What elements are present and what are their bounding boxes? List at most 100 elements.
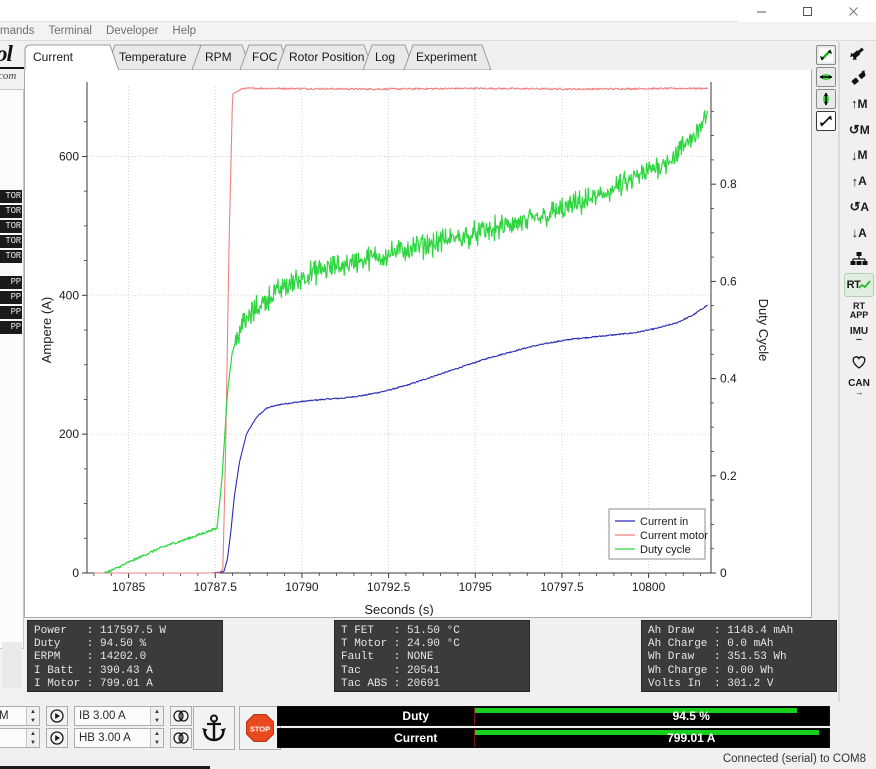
autoscale-icon[interactable] bbox=[816, 111, 836, 131]
telemetry-panel-temps: T FET : 51.50 °C T Motor : 24.90 °C Faul… bbox=[334, 620, 530, 692]
svg-text:0: 0 bbox=[720, 566, 727, 580]
sidebar-chip[interactable]: TOR bbox=[0, 205, 22, 218]
tab-rotor-position[interactable]: Rotor Position bbox=[289, 50, 364, 64]
window-controls bbox=[738, 0, 876, 22]
tab-experiment[interactable]: Experiment bbox=[416, 50, 477, 64]
hb-loop-button[interactable] bbox=[170, 728, 192, 748]
zoom-horizontal-icon[interactable] bbox=[816, 67, 836, 87]
svg-text:Current motor: Current motor bbox=[640, 530, 708, 542]
close-icon[interactable] bbox=[830, 0, 876, 22]
can-icon[interactable]: CAN → bbox=[844, 376, 874, 400]
duty-gauge: Duty 94.5 % bbox=[277, 706, 830, 726]
anchor-button[interactable] bbox=[193, 706, 235, 750]
svg-text:10795: 10795 bbox=[459, 580, 493, 594]
svg-text:Duty cycle: Duty cycle bbox=[640, 544, 691, 556]
title-bar bbox=[0, 0, 876, 22]
right-toolbar: ↑M ↺M ↓M ↑A ↺A ↓A RT RTAPP IMU∽ bbox=[842, 40, 876, 400]
ib-current-input[interactable]: IB 3.00 A ▲ ▼ bbox=[74, 706, 164, 726]
tab-temperature[interactable]: Temperature bbox=[119, 50, 186, 64]
chart-panel: 0 200 400 600 0 0.2 0.4 0.6 0.8 10785 10787.5 10790… bbox=[24, 70, 812, 618]
hb-play-button[interactable] bbox=[46, 728, 68, 748]
current-gauge-value: 799.01 A bbox=[667, 731, 716, 745]
svg-text:10785: 10785 bbox=[112, 580, 146, 594]
menu-item-terminal[interactable]: Terminal bbox=[42, 25, 99, 37]
menu-item-commands[interactable]: mands bbox=[0, 25, 42, 37]
can-scan-icon[interactable] bbox=[844, 247, 874, 271]
sidebar-chip[interactable]: TOR bbox=[0, 220, 22, 233]
rpm-play-button[interactable] bbox=[46, 706, 68, 726]
sidebar-chip[interactable]: PP bbox=[0, 306, 22, 319]
svg-text:0.2: 0.2 bbox=[720, 469, 737, 483]
hb-current-arrows[interactable]: ▲ ▼ bbox=[150, 729, 163, 747]
app-default-icon[interactable]: ↓ A bbox=[844, 221, 874, 245]
connect-icon[interactable] bbox=[844, 40, 874, 64]
tab-current[interactable]: Current bbox=[33, 50, 73, 64]
sidebar-chip[interactable]: TOR bbox=[0, 235, 22, 248]
svg-text:10787.5: 10787.5 bbox=[194, 580, 238, 594]
health-icon[interactable] bbox=[844, 350, 874, 374]
app-read-icon[interactable]: ↺ A bbox=[844, 195, 874, 219]
svg-text:10800: 10800 bbox=[632, 580, 666, 594]
left-sidebar: ol com TOR TOR TOR TOR TOR PP PP PP PP bbox=[0, 41, 24, 700]
tab-bar: Current Temperature RPM FOC Rotor Positi… bbox=[24, 44, 812, 71]
connection-status: Connected (serial) to COM8 bbox=[722, 753, 866, 765]
logo-subtext: com bbox=[0, 70, 17, 82]
motor-read-icon[interactable]: ↺ M bbox=[844, 118, 874, 142]
realtime-app-icon[interactable]: RT APP bbox=[844, 299, 874, 323]
sidebar-chip[interactable]: TOR bbox=[0, 190, 22, 203]
svg-text:600: 600 bbox=[59, 149, 79, 163]
logo-underline bbox=[0, 67, 24, 69]
imu-icon[interactable]: IMU ∽ bbox=[844, 324, 874, 348]
duty-gauge-label: Duty bbox=[402, 709, 430, 723]
menu-item-help[interactable]: Help bbox=[165, 25, 203, 37]
svg-text:STOP: STOP bbox=[250, 725, 270, 734]
tab-foc[interactable]: FOC bbox=[252, 50, 277, 64]
main-scrollbar[interactable] bbox=[838, 42, 840, 702]
current-gauge-label: Current bbox=[394, 731, 438, 745]
erpm-spinner-arrows[interactable]: ▲ ▼ bbox=[26, 729, 39, 747]
svg-text:0.4: 0.4 bbox=[720, 372, 737, 386]
tab-rpm[interactable]: RPM bbox=[205, 50, 232, 64]
menu-bar: mands Terminal Developer Help bbox=[0, 22, 876, 41]
sidebar-chip[interactable]: PP bbox=[0, 321, 22, 334]
motor-write-icon[interactable]: ↑ M bbox=[844, 92, 874, 116]
app-write-icon[interactable]: ↑ A bbox=[844, 169, 874, 193]
zoom-both-icon[interactable] bbox=[816, 45, 836, 65]
graph-zoom-toolbar bbox=[813, 42, 839, 142]
menu-item-developer[interactable]: Developer bbox=[99, 25, 165, 37]
ib-loop-button[interactable] bbox=[170, 706, 192, 726]
svg-text:400: 400 bbox=[59, 288, 79, 302]
rpm-spinner[interactable]: RPM ▲▼ bbox=[0, 706, 40, 726]
maximize-icon[interactable] bbox=[784, 0, 830, 22]
sidebar-chip[interactable]: PP bbox=[0, 276, 22, 289]
hb-current-input[interactable]: HB 3.00 A ▲ ▼ bbox=[74, 728, 164, 748]
minimize-icon[interactable] bbox=[738, 0, 784, 22]
realtime-data-icon[interactable]: RT bbox=[844, 272, 874, 297]
svg-text:Current in: Current in bbox=[640, 516, 688, 528]
svg-text:200: 200 bbox=[59, 427, 79, 441]
sidebar-chip[interactable]: TOR bbox=[0, 250, 22, 263]
svg-text:10797.5: 10797.5 bbox=[540, 580, 584, 594]
sidebar-chip[interactable]: PP bbox=[0, 291, 22, 304]
app-logo: ol bbox=[0, 41, 13, 66]
disconnect-icon[interactable] bbox=[844, 66, 874, 90]
zoom-vertical-icon[interactable] bbox=[816, 89, 836, 109]
duty-gauge-value: 94.5 % bbox=[672, 709, 710, 723]
tab-log[interactable]: Log bbox=[375, 50, 395, 64]
svg-text:10790: 10790 bbox=[285, 580, 319, 594]
current-chart[interactable]: 0 200 400 600 0 0.2 0.4 0.6 0.8 10785 10787.5 10790… bbox=[25, 70, 811, 616]
app-window: mands Terminal Developer Help ol com TOR… bbox=[0, 0, 876, 769]
svg-text:Seconds (s): Seconds (s) bbox=[364, 602, 433, 616]
telemetry-panel-power: Power : 117597.5 W Duty : 94.50 % ERPM :… bbox=[27, 620, 223, 692]
stop-button[interactable]: STOP bbox=[239, 706, 281, 750]
motor-default-icon[interactable]: ↓ M bbox=[844, 143, 874, 167]
svg-text:0: 0 bbox=[72, 566, 79, 580]
rpm-spinner-arrows[interactable]: ▲ ▼ bbox=[26, 707, 39, 725]
erpm-spinner[interactable]: ▲ ▼ bbox=[0, 728, 40, 748]
sidebar-panel: TOR TOR TOR TOR TOR PP PP PP PP bbox=[0, 89, 24, 688]
telemetry-panel-energy: Ah Draw : 1148.4 mAh Ah Charge : 0.0 mAh… bbox=[641, 620, 837, 692]
control-bar: RPM ▲▼ IB 3.00 A ▲▼ ▲▼ HB 3.00 A ▲▼ bbox=[0, 702, 876, 752]
status-bar: Connected (serial) to COM8 bbox=[0, 752, 876, 769]
ib-current-arrows[interactable]: ▲ ▼ bbox=[150, 707, 163, 725]
ib-current-value: IB 3.00 A bbox=[79, 710, 126, 722]
